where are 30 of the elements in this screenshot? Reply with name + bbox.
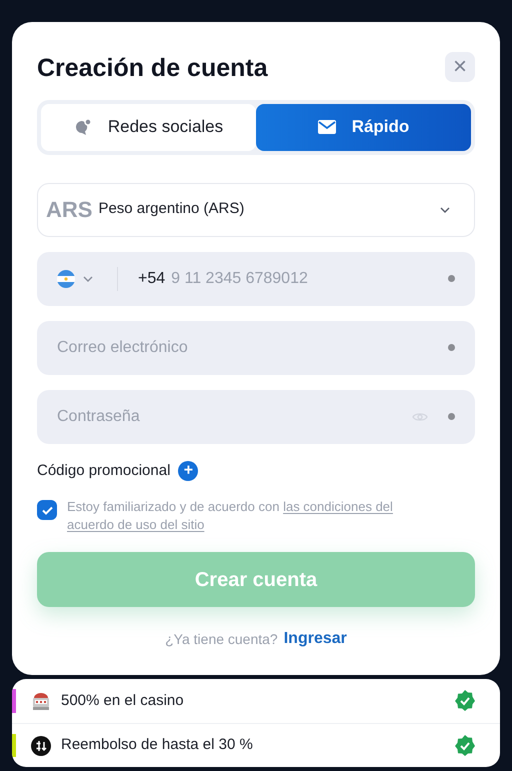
flag-icon <box>57 270 75 288</box>
email-input[interactable]: Correo electrónico <box>57 336 448 360</box>
login-prompt: ¿Ya tiene cuenta? <box>165 630 278 648</box>
tab[interactable]: Redes sociales <box>41 104 256 150</box>
envelope-icon <box>318 120 336 134</box>
currency-code: ARS <box>46 196 92 224</box>
currency-select[interactable]: ARS Peso argentino (ARS) <box>37 182 475 236</box>
currency-name: Peso argentino (ARS) <box>98 199 246 220</box>
phone-input[interactable]: 9 11 2345 6789012 <box>171 266 448 290</box>
agreement-text: Estoy familiarizado y de acuerdo con las condiciones del acuerdo de uso del sitio <box>67 498 393 534</box>
tab[interactable]: Rápido <box>256 104 471 150</box>
bonus-label: Reembolso de hasta el 30 % <box>61 735 254 756</box>
bonus-label: 500% en el casino <box>61 690 185 711</box>
dialog-title: Creación de cuenta <box>37 53 268 84</box>
email-field[interactable]: Correo electrónico <box>37 320 475 374</box>
agreement-checkbox[interactable] <box>37 500 57 520</box>
country-code: +54 <box>138 268 166 288</box>
chat-bubble-icon <box>74 119 92 135</box>
password-input[interactable]: Contraseña <box>57 404 412 428</box>
slot-machine-icon <box>31 691 51 711</box>
check-icon <box>42 506 52 514</box>
phone-field[interactable]: +54 9 11 2345 6789012 <box>37 252 475 306</box>
login-link[interactable]: Ingresar <box>284 627 347 651</box>
close-button[interactable]: × <box>445 52 475 82</box>
password-field[interactable]: Contraseña <box>37 390 475 444</box>
chevron-down-icon <box>83 276 93 282</box>
add-promo-button[interactable]: + <box>178 460 198 481</box>
dollar-coin-icon <box>31 736 51 756</box>
promo-code-label: Código promocional <box>37 460 170 480</box>
chevron-down-icon <box>440 206 450 212</box>
